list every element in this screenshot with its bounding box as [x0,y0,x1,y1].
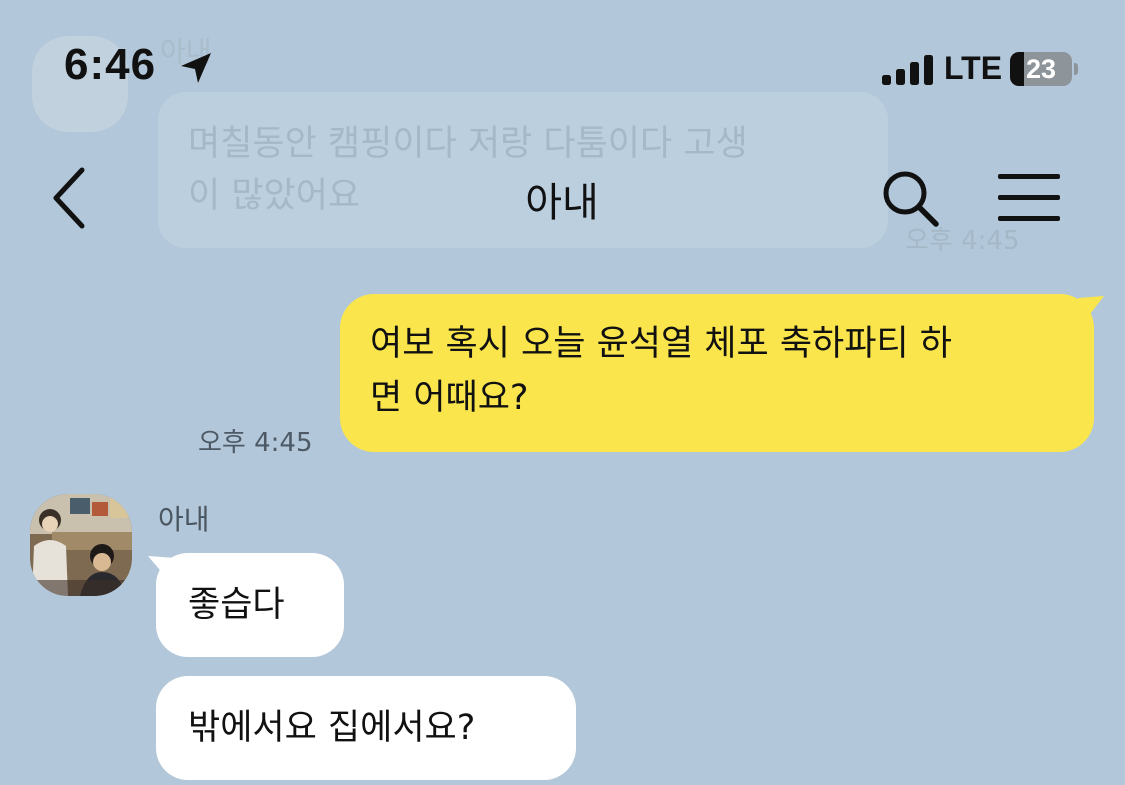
network-type-label: LTE [944,50,1003,86]
cellular-signal-icon [882,55,933,85]
location-arrow-icon [181,53,211,83]
incoming-message-bubble[interactable]: 좋습다 [156,553,344,657]
outgoing-message-line-1: 여보 혹시 오늘 윤석열 체포 축하파티 하 [370,324,952,364]
outgoing-message-bubble[interactable]: 여보 혹시 오늘 윤석열 체포 축하파티 하 면 어때요? [340,294,1094,452]
hamburger-menu-icon [998,174,1060,221]
chat-title: 아내 [525,180,599,226]
outgoing-bubble-tail [1078,296,1104,322]
status-time: 6:46 [64,40,157,89]
battery-percentage: 23 [1025,54,1057,84]
battery-icon: 23 [1010,52,1078,86]
back-button[interactable] [40,162,100,234]
chat-screen: 아내 며칠동안 캠핑이다 저랑 다툼이다 고생 이 많았어요 오후 4:45 6… [0,0,1125,785]
outgoing-message-time: 오후 4:45 [198,428,313,458]
outgoing-message-line-2: 면 어때요? [370,378,529,418]
profile-avatar[interactable] [30,494,132,596]
incoming-message-bubble[interactable]: 밖에서요 집에서요? [156,676,576,780]
sender-name: 아내 [158,503,210,536]
chevron-left-icon [53,167,85,229]
search-icon [883,171,939,227]
search-button[interactable] [878,166,944,232]
menu-button[interactable] [994,170,1064,226]
